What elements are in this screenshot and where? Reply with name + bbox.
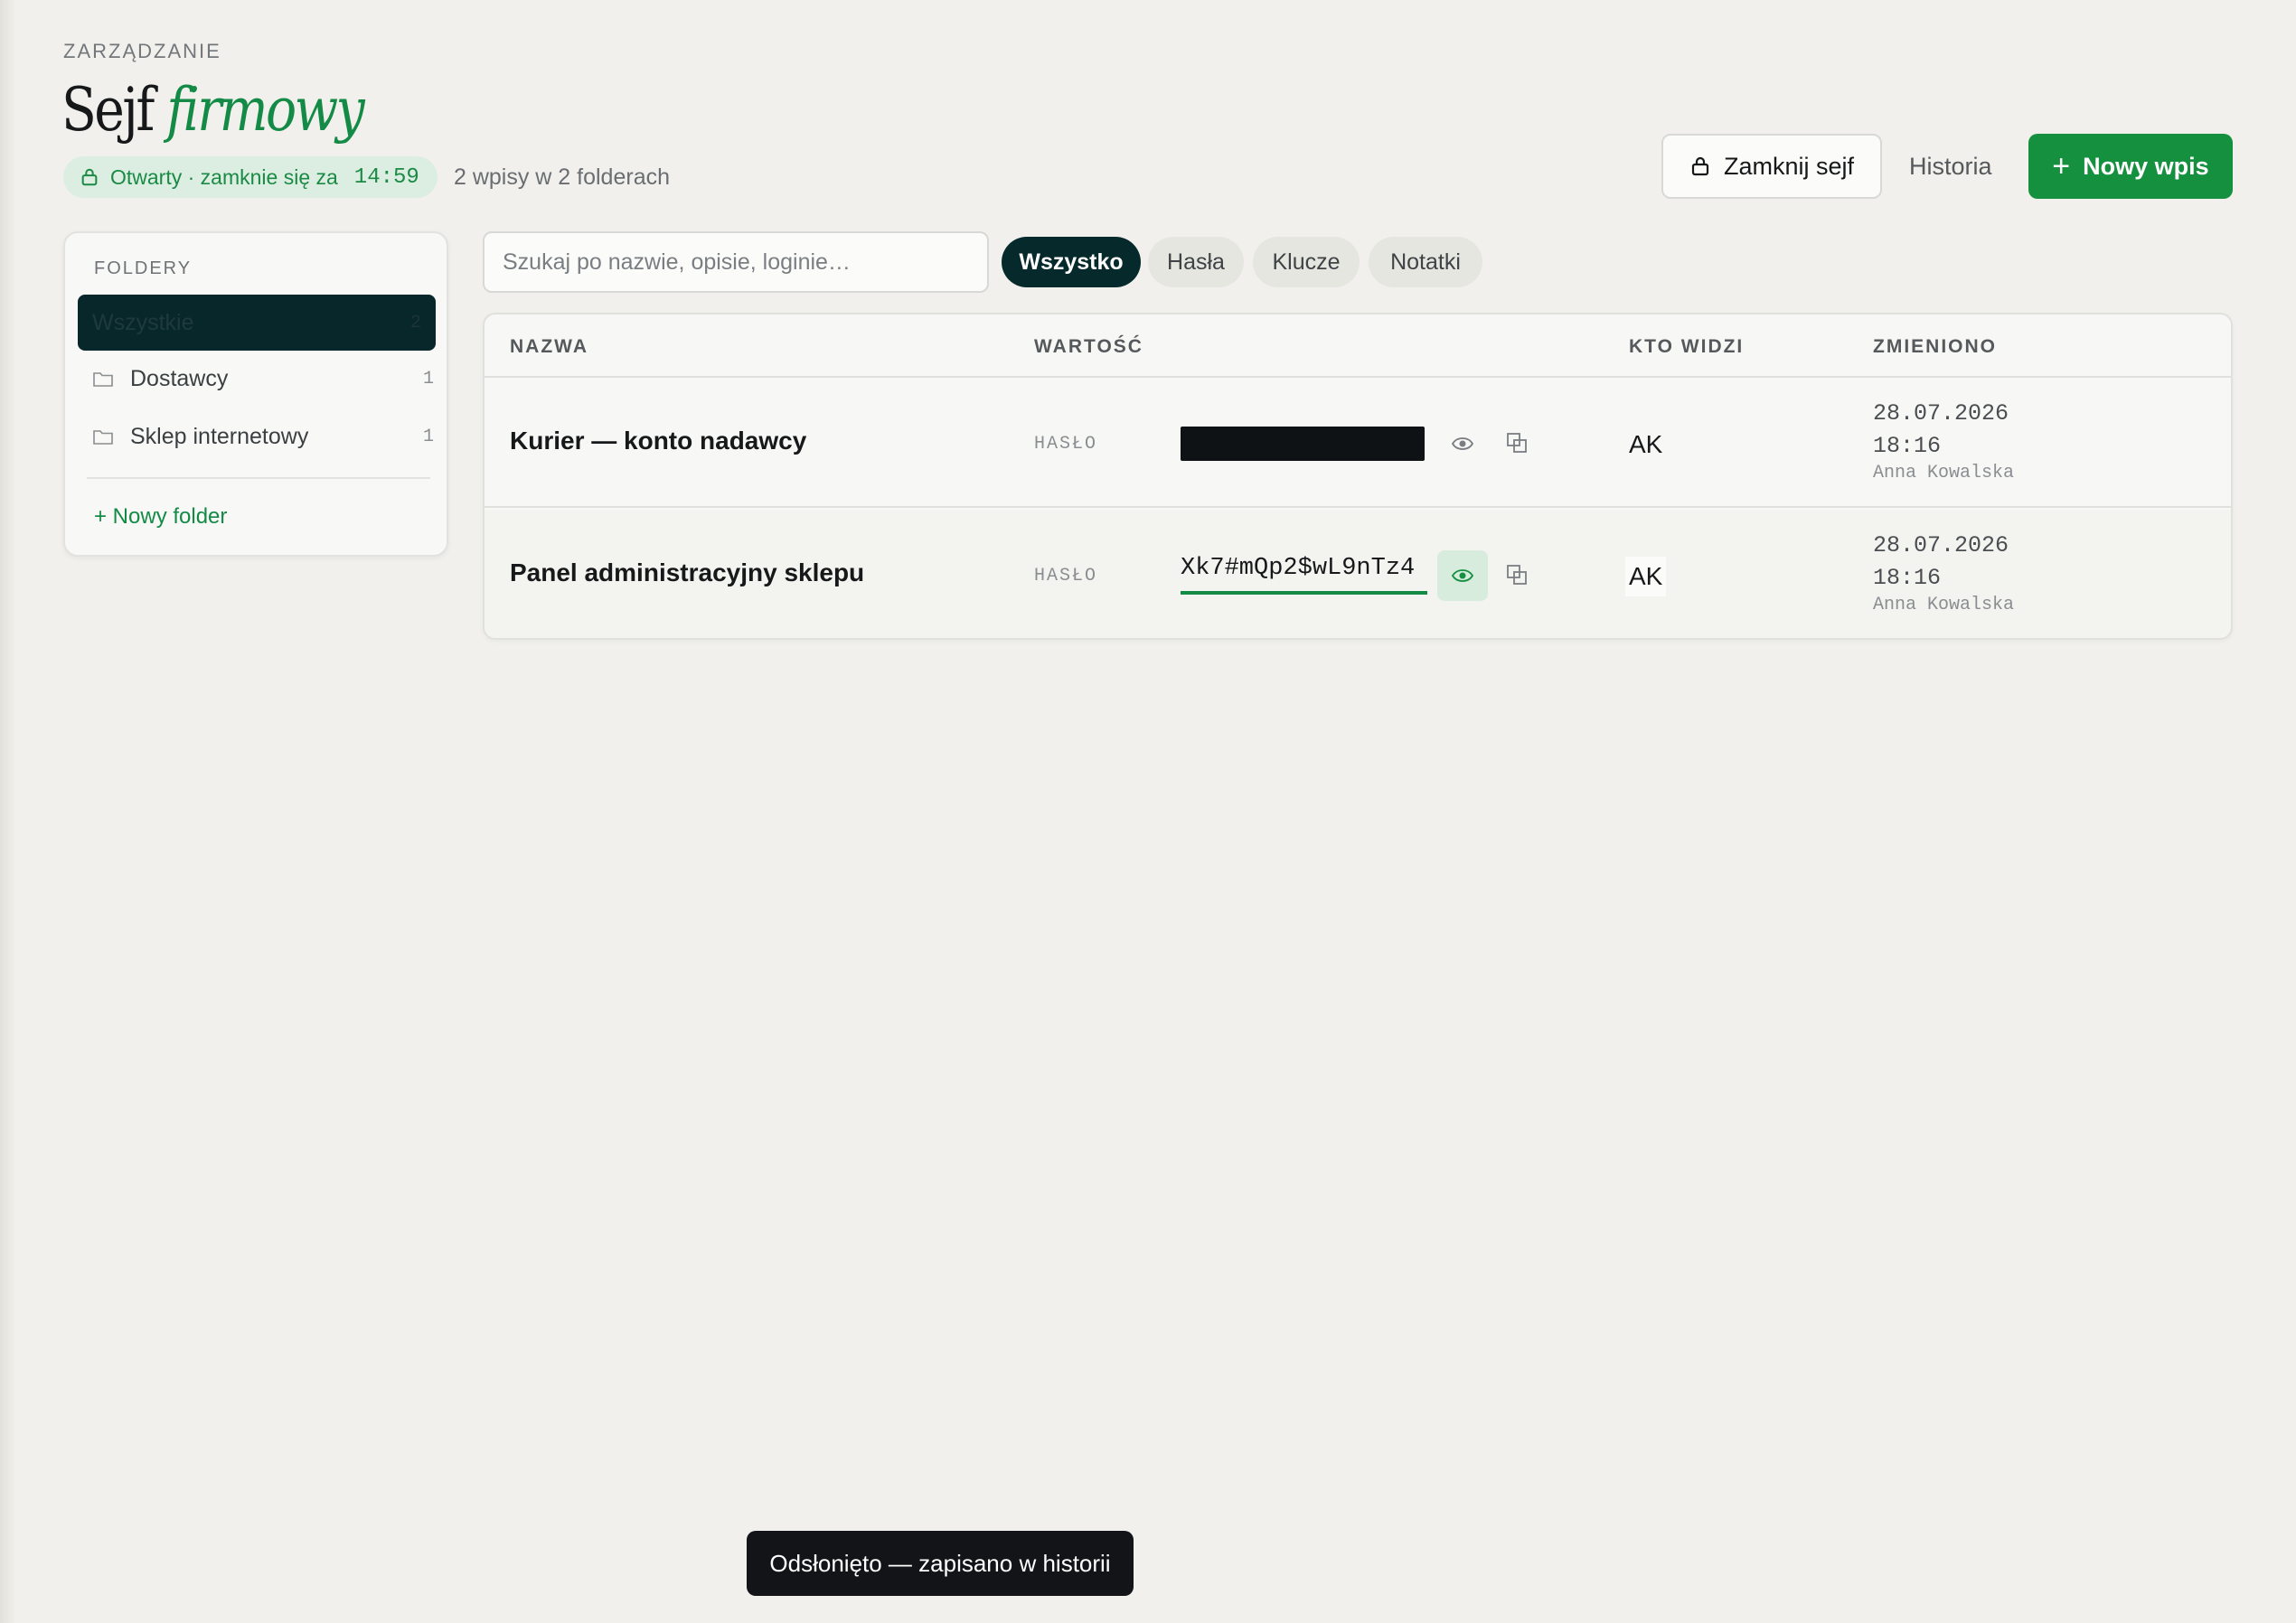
sidebar-divider — [87, 477, 430, 479]
sidebar-item-label: Wszystkie — [92, 309, 194, 335]
vault-status-text: Otwarty · zamknie się za — [110, 164, 338, 189]
history-button[interactable]: Historia — [1909, 134, 1992, 199]
filter-notes[interactable]: Notatki — [1369, 237, 1482, 287]
modified-day: 28.07.2026 — [1873, 532, 2009, 558]
revealed-value[interactable]: Xk7#mQp2$wL9nTz4 — [1181, 555, 1428, 595]
sidebar-item-label: Sklep internetowy — [130, 423, 309, 449]
vault-status-timer: 14:59 — [353, 164, 419, 190]
eye-icon — [1452, 437, 1473, 450]
section-eyebrow: ZARZĄDZANIE — [63, 40, 221, 62]
sidebar-item-online-shop[interactable]: Sklep internetowy 1 — [92, 414, 436, 459]
filter-all[interactable]: Wszystko — [1002, 237, 1141, 287]
page-title-accent: firmowy — [166, 75, 364, 145]
column-header-value: WARTOŚĆ — [1034, 336, 1143, 357]
entry-type: HASŁO — [1034, 566, 1098, 586]
unlock-icon — [81, 168, 98, 186]
modified-time: 18:16 — [1873, 565, 1942, 591]
lock-vault-label: Zamknij sejf — [1723, 152, 1855, 180]
table-header: NAZWA WARTOŚĆ KTO WIDZI ZMIENIONO — [485, 314, 2231, 378]
page-title: Sejf firmowy — [61, 74, 365, 146]
sidebar-item-suppliers[interactable]: Dostawcy 1 — [92, 356, 436, 401]
sidebar-item-label: Dostawcy — [130, 365, 229, 391]
modified-day: 28.07.2026 — [1873, 400, 2009, 427]
vault-status-badge: Otwarty · zamknie się za 14:59 — [63, 156, 438, 198]
sidebar-item-count: 1 — [422, 426, 434, 447]
table-row[interactable]: Panel administracyjny sklepu HASŁO Xk7#m… — [485, 510, 2231, 638]
toast-notification: Odsłonięto — zapisano w historii — [747, 1531, 1134, 1596]
modified-time: 18:16 — [1873, 433, 1942, 459]
copy-icon — [1507, 433, 1527, 453]
window-edge-shade — [0, 0, 16, 1623]
eye-icon — [1452, 569, 1473, 582]
sidebar-item-count: 1 — [422, 368, 434, 389]
modified-date: 28.07.2026 18:16 — [1873, 398, 2009, 463]
lock-icon — [1691, 156, 1709, 176]
column-header-visibility: KTO WIDZI — [1629, 336, 1745, 357]
column-header-modified: ZMIENIONO — [1873, 336, 1997, 357]
table-row[interactable]: Kurier — konto nadawcy HASŁO AK 28.07.20… — [485, 378, 2231, 508]
modified-by: Anna Kowalska — [1873, 595, 2015, 615]
modified-date: 28.07.2026 18:16 — [1873, 530, 2009, 595]
masked-value — [1181, 427, 1425, 461]
column-header-name: NAZWA — [510, 336, 588, 357]
folder-icon — [93, 430, 113, 445]
copy-icon — [1507, 565, 1527, 585]
new-entry-label: Nowy wpis — [2083, 152, 2209, 180]
entry-name: Panel administracyjny sklepu — [510, 558, 865, 586]
new-entry-button[interactable]: + Nowy wpis — [2028, 134, 2233, 199]
visibility-avatar: AK — [1629, 430, 1663, 458]
search-input[interactable]: Szukaj po nazwie, opisie, loginie… — [483, 231, 989, 293]
filter-keys[interactable]: Klucze — [1253, 237, 1360, 287]
reveal-button[interactable] — [1437, 418, 1488, 469]
lock-vault-button[interactable]: Zamknij sejf — [1661, 134, 1882, 199]
copy-button[interactable] — [1499, 557, 1535, 593]
filter-passwords[interactable]: Hasła — [1148, 237, 1244, 287]
modified-by: Anna Kowalska — [1873, 463, 2015, 483]
sidebar-item-count: 2 — [409, 312, 421, 333]
entries-count: 2 wpisy w 2 folderach — [454, 164, 671, 190]
folders-sidebar: FOLDERY Wszystkie 2 Dostawcy 1 Sklep int… — [63, 231, 448, 557]
page-title-main: Sejf — [61, 75, 155, 145]
visibility-avatar: AK — [1625, 557, 1667, 596]
plus-icon: + — [2052, 149, 2071, 183]
copy-button[interactable] — [1499, 425, 1535, 461]
folder-icon — [93, 372, 113, 387]
sidebar-item-all[interactable]: Wszystkie 2 — [78, 295, 436, 351]
entry-type: HASŁO — [1034, 434, 1098, 455]
folders-heading: FOLDERY — [94, 258, 193, 278]
entries-table: NAZWA WARTOŚĆ KTO WIDZI ZMIENIONO Kurier… — [483, 313, 2233, 640]
hide-button[interactable] — [1437, 550, 1488, 601]
new-folder-link[interactable]: + Nowy folder — [94, 504, 227, 530]
entry-name: Kurier — konto nadawcy — [510, 427, 807, 455]
